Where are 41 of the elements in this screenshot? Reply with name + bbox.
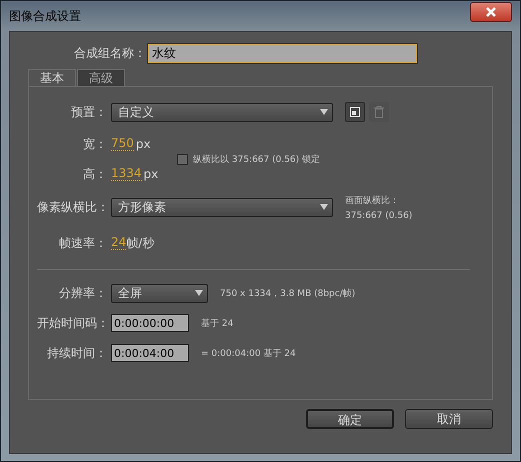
field-label: 帧速率：	[58, 234, 107, 252]
field-label: 预置：	[70, 104, 107, 120]
frame-rate-value[interactable]: 24	[111, 236, 126, 250]
timecode-note: 基于 24	[201, 318, 234, 330]
duration-field[interactable]: 0:00:04:00	[111, 344, 189, 362]
resolution-dropdown[interactable]: 全屏	[111, 284, 208, 302]
unit-label: 帧/秒	[126, 234, 154, 252]
trash-icon	[374, 106, 384, 118]
ok-button[interactable]: 确定	[306, 409, 394, 429]
page-icon	[350, 107, 360, 117]
field-label: 高：	[82, 166, 107, 182]
checkbox-label: 纵横比以 375:667 (0.56) 锁定	[193, 154, 320, 166]
unit-label: px	[144, 167, 158, 181]
close-button[interactable]	[470, 2, 512, 22]
composition-name-field[interactable]: 水纹	[148, 44, 417, 63]
new-preset-button[interactable]	[345, 102, 365, 122]
tab[interactable]: 基本	[28, 69, 76, 86]
close-icon	[484, 6, 498, 18]
field-label: 开始时间码：	[37, 314, 107, 332]
caret-icon	[320, 109, 328, 115]
caret-icon	[320, 204, 328, 210]
height-value[interactable]: 1334	[111, 167, 142, 181]
start-timecode-field[interactable]: 0:00:00:00	[111, 314, 189, 332]
field-label: 像素纵横比：	[37, 198, 107, 216]
frame-aspect-label: 画面纵横比：	[345, 194, 400, 206]
checkbox[interactable]	[177, 154, 188, 164]
preset-dropdown[interactable]: 自定义	[111, 102, 333, 122]
caret-icon	[195, 290, 203, 296]
unit-label: px	[136, 137, 151, 151]
field-label: 合成组名称：	[74, 45, 146, 62]
window-title: 图像合成设置	[9, 8, 81, 24]
field-label: 持续时间：	[46, 344, 107, 362]
field-label: 分辨率：	[58, 284, 107, 302]
duration-note: = 0:00:04:00 基于 24	[201, 348, 296, 360]
tab[interactable]: 高级	[77, 69, 125, 86]
resolution-info: 750 x 1334，3.8 MB (8bpc/帧)	[220, 288, 356, 300]
pixel-aspect-dropdown[interactable]: 方形像素	[111, 198, 333, 216]
field-label: 宽：	[82, 136, 107, 152]
frame-aspect-value: 375:667 (0.56)	[345, 210, 412, 220]
width-value[interactable]: 750	[111, 137, 134, 151]
cancel-button[interactable]: 取消	[405, 409, 493, 429]
